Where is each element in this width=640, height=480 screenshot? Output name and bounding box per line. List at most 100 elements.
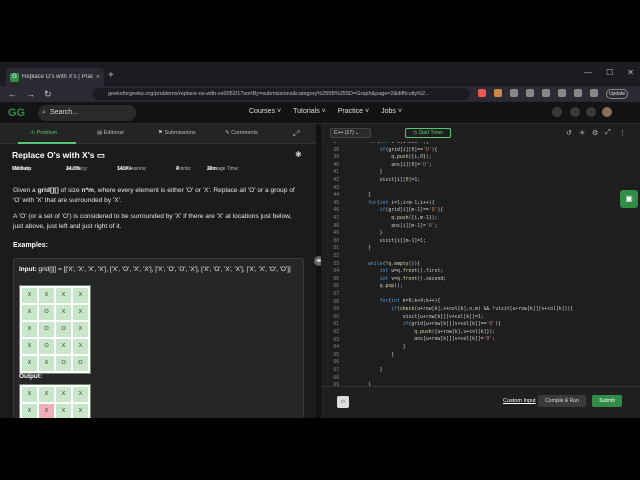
browser-tab[interactable]: G Replace O's with X's | Practice | G × xyxy=(6,68,104,86)
tab-title: Replace O's with X's | Practice | G xyxy=(22,74,93,80)
chevron-down-icon: ˅ xyxy=(365,108,370,115)
grid-cell: X xyxy=(38,287,55,304)
line-number: 40 xyxy=(333,161,339,168)
input-grid: XXXXXOXXXOOXXOXXXXOO xyxy=(19,285,91,374)
grid-cell: X xyxy=(21,386,38,403)
minimize-icon[interactable]: — xyxy=(584,68,592,77)
grid-cell: X xyxy=(21,403,38,418)
line-number: 55 xyxy=(333,275,339,282)
more-icon[interactable]: ⋮ xyxy=(619,129,626,137)
start-timer-button[interactable]: ◷ Start Timer xyxy=(405,128,451,138)
forward-icon[interactable]: → xyxy=(26,89,35,100)
grid-cell: X xyxy=(72,386,89,403)
window-controls: — ☐ ✕ xyxy=(584,68,634,77)
tab-problem[interactable]: ‹/› Problem xyxy=(30,130,57,136)
grid-cell: X xyxy=(55,304,72,321)
output-label: Output: xyxy=(19,373,43,380)
hint-icon[interactable]: ☼ xyxy=(337,396,349,408)
close-window-icon[interactable]: ✕ xyxy=(627,68,634,77)
screenshot-icon[interactable] xyxy=(542,89,550,97)
settings-icon[interactable] xyxy=(570,107,580,117)
downloads-icon[interactable] xyxy=(526,89,534,97)
bookmark-icon[interactable]: ▭ xyxy=(97,150,105,160)
extension-icon[interactable] xyxy=(494,89,502,97)
url-field[interactable]: geeksforgeeks.org/problems/replace-os-wi… xyxy=(92,88,470,100)
grid-cell: X xyxy=(21,287,38,304)
account-icon[interactable] xyxy=(558,89,566,97)
extension-icon[interactable] xyxy=(510,89,518,97)
line-number: 38 xyxy=(333,146,339,153)
search-input[interactable]: ⌕ Search... xyxy=(38,105,136,121)
menu-item-courses[interactable]: Courses ˅ xyxy=(249,108,281,115)
update-button[interactable]: Update xyxy=(606,89,628,99)
editor-footer: ☼ Custom Input Compile & Run Submit xyxy=(321,386,640,418)
line-number: 65 xyxy=(333,351,339,358)
problem-description: Given a grid[][] of size n*m, where ever… xyxy=(13,187,295,204)
gfg-logo[interactable]: GG xyxy=(8,107,25,119)
language-select[interactable]: C++ (17) ⌄ xyxy=(330,128,371,138)
line-number: 64 xyxy=(333,344,339,351)
custom-input-link[interactable]: Custom Input xyxy=(503,398,536,404)
problem-description-2: A 'O' (or a set of 'O') is considered to… xyxy=(13,213,292,230)
line-number: 58 xyxy=(333,298,339,305)
active-tab-indicator xyxy=(18,142,76,144)
line-number: 42 xyxy=(333,177,339,183)
example-input: Input: grid[][] = [['X', 'X', 'X', 'X'],… xyxy=(19,266,291,273)
line-gutter: 37 38 39 40 41 42 43 44 45 46 47 48 49 50 51 52 53 54 55 56… xyxy=(321,142,343,392)
grid-cell: X xyxy=(38,403,55,418)
maximize-icon[interactable]: ☐ xyxy=(606,68,613,77)
grid-cell: X xyxy=(55,338,72,355)
expand-icon[interactable]: ⤢ xyxy=(293,129,299,139)
line-number: 39 xyxy=(333,154,339,161)
notifications-icon[interactable] xyxy=(586,107,596,117)
problem-body: ‹/› Problem ▤ Editorial ⚑ Submissions ✎ … xyxy=(0,124,316,418)
chat-assist-icon[interactable]: ▣ xyxy=(620,190,638,208)
theme-toggle-icon[interactable] xyxy=(552,107,562,117)
theme-icon[interactable]: ☀ xyxy=(579,129,585,137)
close-tab-icon[interactable]: × xyxy=(96,74,100,81)
grid-cell: X xyxy=(55,287,72,304)
chevron-down-icon: ˅ xyxy=(397,108,402,115)
grid-cell: O xyxy=(38,304,55,321)
reset-icon[interactable]: ↺ xyxy=(566,129,572,137)
tab-comments[interactable]: ✎ Comments xyxy=(225,130,258,136)
code-editor[interactable]: 37 38 39 40 41 42 43 44 45 46 47 48 49 50 51 52 53 54 55 56… xyxy=(321,142,640,392)
library-icon[interactable] xyxy=(574,89,582,97)
back-icon[interactable]: ← xyxy=(8,89,17,100)
avatar[interactable] xyxy=(602,107,612,117)
menu-icon[interactable] xyxy=(590,89,598,97)
line-number: 52 xyxy=(333,253,339,259)
new-tab-button[interactable]: + xyxy=(108,70,114,81)
report-bug-icon[interactable]: ✱ xyxy=(295,150,302,159)
line-number: 66 xyxy=(333,359,339,366)
output-grid: XXXXXXXX xyxy=(19,384,91,418)
menu-item-practice[interactable]: Practice ˅ xyxy=(338,108,369,115)
line-number: 48 xyxy=(333,222,339,229)
extension-icon[interactable] xyxy=(478,89,486,97)
line-number: 63 xyxy=(333,336,339,343)
settings-icon[interactable]: ⚙ xyxy=(592,129,598,137)
line-number: 59 xyxy=(333,306,339,313)
tab-editorial[interactable]: ▤ Editorial xyxy=(97,130,124,136)
tab-submissions[interactable]: ⚑ Submissions xyxy=(158,130,196,136)
compile-run-button[interactable]: Compile & Run xyxy=(538,395,586,407)
menu-item-tutorials[interactable]: Tutorials ˅ xyxy=(293,108,326,115)
gfg-favicon-icon: G xyxy=(10,72,19,82)
reload-icon[interactable]: ↻ xyxy=(44,89,52,100)
line-number: 47 xyxy=(333,215,339,221)
grid-cell: X xyxy=(72,287,89,304)
menu-item-jobs[interactable]: Jobs ˅ xyxy=(381,108,402,115)
search-placeholder: Search... xyxy=(50,109,79,116)
problem-tabs-bar: ‹/› Problem ▤ Editorial ⚑ Submissions ✎ … xyxy=(0,124,316,144)
fullscreen-icon[interactable]: ⤢ xyxy=(605,129,611,137)
line-number: 44 xyxy=(333,192,339,199)
line-number: 54 xyxy=(333,268,339,275)
chevron-down-icon: ˅ xyxy=(321,108,326,115)
chevron-down-icon: ˅ xyxy=(277,108,282,115)
grid-cell: O xyxy=(55,355,72,372)
line-number: 57 xyxy=(333,291,339,297)
submit-button[interactable]: Submit xyxy=(592,395,622,407)
line-number: 46 xyxy=(333,207,339,214)
code-panel: C++ (17) ⌄ ◷ Start Timer ↺ ☀ ⚙ ⤢ ⋮ 37 38 3… xyxy=(321,124,640,418)
grid-cell: O xyxy=(72,355,89,372)
